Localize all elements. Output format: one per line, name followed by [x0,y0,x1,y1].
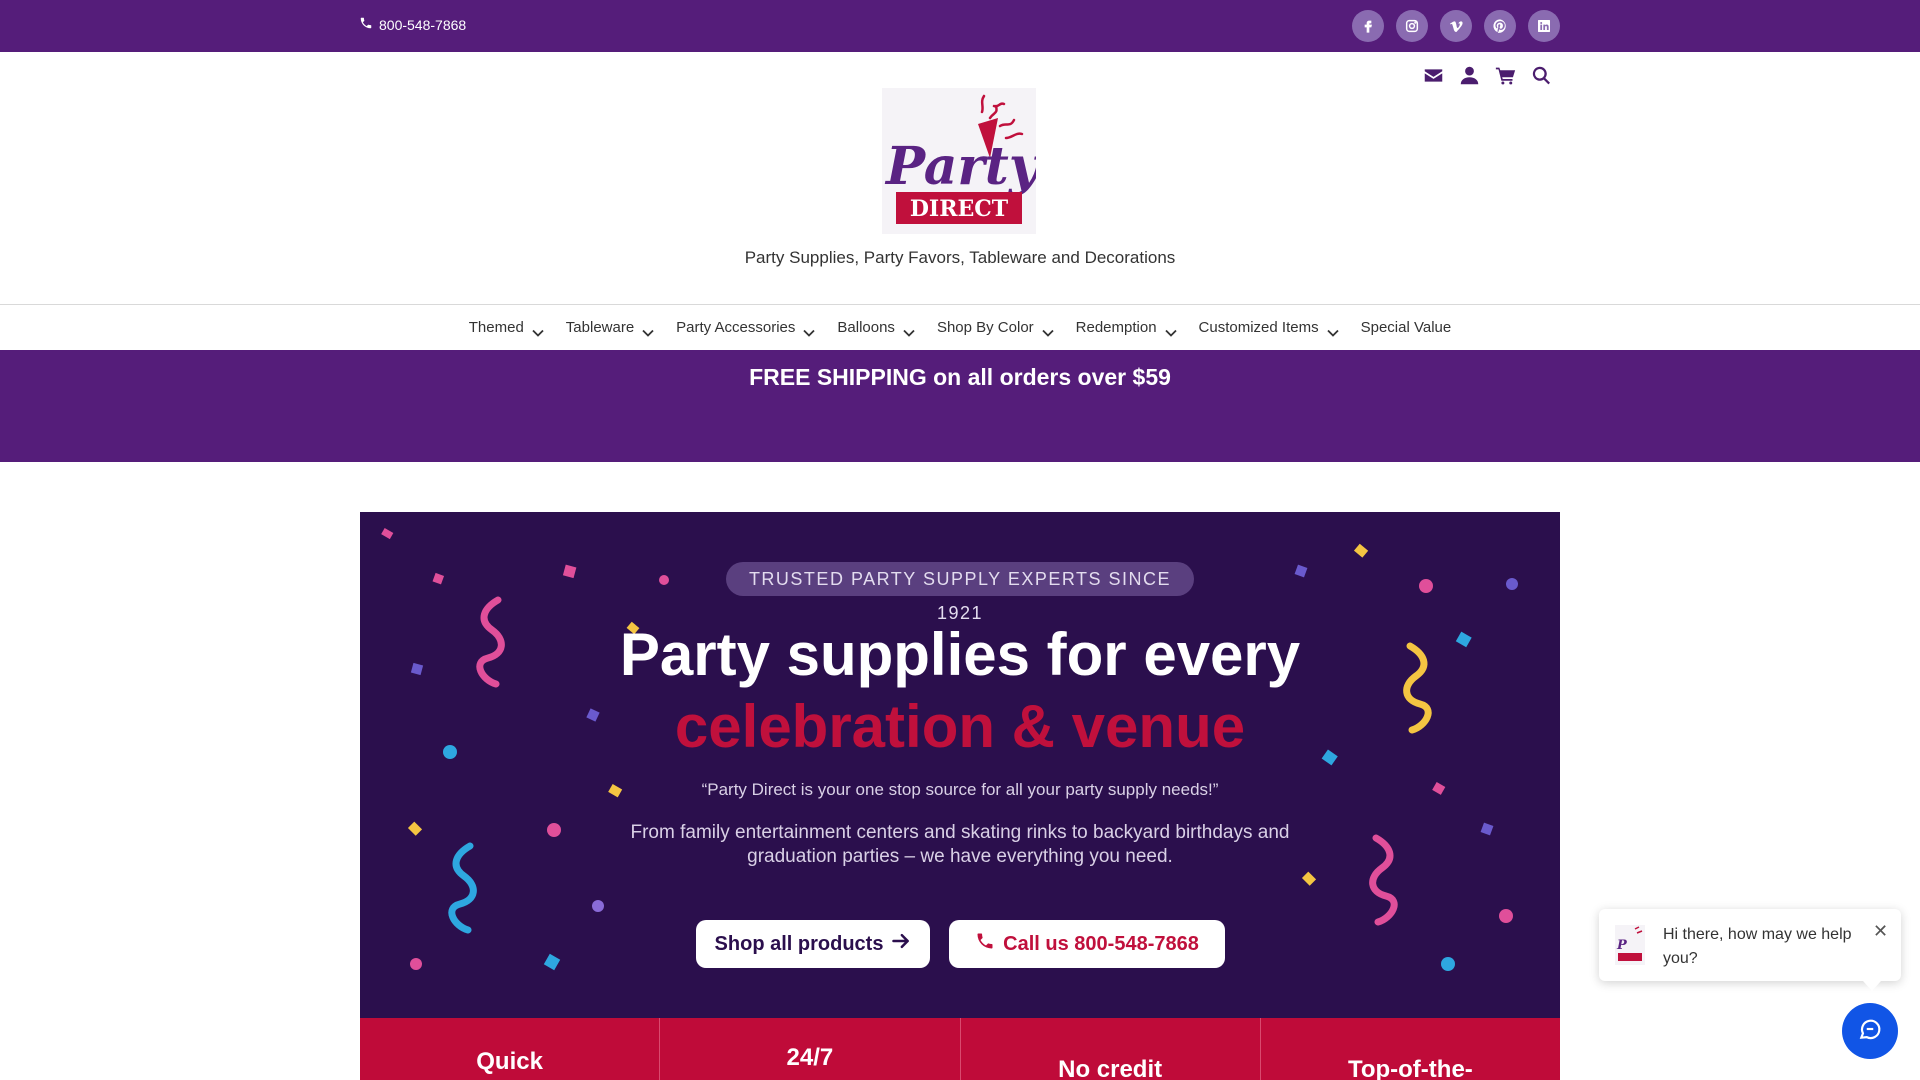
logo-word-party: Party [884,136,1036,197]
social-links [1352,10,1560,42]
feature-item: 24/7 [660,1018,961,1080]
phone-icon [975,931,995,957]
feature-item: Top-of-the- [1347,1056,1473,1080]
chevron-down-icon [532,324,544,337]
site-logo[interactable]: Party DIRECT [882,88,1043,234]
main-nav: Themed Tableware Party Accessories Balloons… [0,304,1920,350]
hero-quote: “Party Direct is your one stop source fo… [701,780,1219,799]
nav-item-label: Balloons [837,319,895,336]
vimeo-icon[interactable] [1440,10,1472,42]
nav-item-label: Tableware [565,319,635,336]
shop-all-products-label: Shop all products [714,932,884,955]
logo-word-direct: DIRECT [910,196,1009,222]
free-shipping-text: FREE SHIPPING on all orders over $59 [749,364,1171,390]
instagram-icon[interactable] [1396,10,1428,42]
nav-item-label: Special Value [1360,319,1452,336]
user-icon[interactable] [1458,64,1480,86]
chevron-down-icon [642,324,654,337]
nav-item-redemption[interactable]: Redemption [1065,319,1188,337]
promo-banner: FREE SHIPPING on all orders over $59 [0,350,1920,462]
pinterest-icon[interactable] [1484,10,1516,42]
hero-description: From family entertainment centers and sk… [630,822,1290,867]
call-us-label: Call us 800-548-7868 [1003,932,1199,955]
chevron-down-icon [903,324,915,337]
close-icon[interactable]: ✕ [1873,921,1888,942]
features-band: Quick 24/7 No credit Top-of-the- [360,1018,1560,1080]
top-bar: 800-548-7868 [0,0,1920,52]
nav-item-label: Shop By Color [936,319,1034,336]
nav-item-tableware[interactable]: Tableware [555,319,665,337]
envelope-icon[interactable] [1422,64,1444,86]
hero-section: TRUSTED PARTY SUPPLY EXPERTS SINCE 1921 … [360,512,1560,1018]
top-phone-number: 800-548-7868 [379,16,467,33]
phone-icon [359,16,373,33]
chat-greeting-text: Hi there, how may we help you? [1663,926,1852,967]
nav-item-balloons[interactable]: Balloons [826,319,926,337]
nav-item-themed[interactable]: Themed [458,319,555,337]
hero-headline-line1: Party supplies for every [619,621,1301,688]
search-icon[interactable] [1530,64,1552,86]
chevron-down-icon [1164,324,1177,337]
trusted-badge: TRUSTED PARTY SUPPLY EXPERTS SINCE 1921 [726,562,1194,623]
nav-item-customized-items[interactable]: Customized Items [1188,319,1350,337]
chevron-down-icon [1326,324,1339,337]
nav-item-label: Party Accessories [676,319,796,336]
chevron-down-icon [1042,324,1054,337]
linkedin-icon[interactable] [1528,10,1560,42]
call-us-button[interactable]: Call us 800-548-7868 [949,920,1225,968]
cart-icon[interactable] [1494,64,1516,86]
feature-item: No credit [961,1018,1261,1080]
chat-avatar: P [1615,925,1645,965]
header-utility-icons [1422,64,1552,86]
nav-item-label: Redemption [1075,319,1157,336]
site-tagline: Party Supplies, Party Favors, Tableware … [744,248,1176,267]
top-phone-link[interactable]: 800-548-7868 [359,16,466,33]
facebook-icon[interactable] [1352,10,1384,42]
chat-launcher-button[interactable] [1842,1003,1898,1059]
feature-item: Quick [360,1018,661,1080]
nav-item-special-value[interactable]: Special Value [1350,319,1463,336]
nav-item-label: Themed [468,319,524,336]
hero-headline-line2: celebration & venue [674,693,1246,760]
chat-icon [1857,1016,1883,1047]
nav-item-label: Customized Items [1198,319,1319,336]
arrow-right-icon [891,931,911,957]
chevron-down-icon [803,324,816,337]
nav-item-shop-by-color[interactable]: Shop By Color [926,319,1065,337]
chat-greeting-bubble[interactable]: P Hi there, how may we help you? ✕ [1599,909,1901,991]
shop-all-products-button[interactable]: Shop all products [696,920,930,968]
svg-text:P: P [1616,938,1628,953]
nav-item-party-accessories[interactable]: Party Accessories [665,319,826,337]
